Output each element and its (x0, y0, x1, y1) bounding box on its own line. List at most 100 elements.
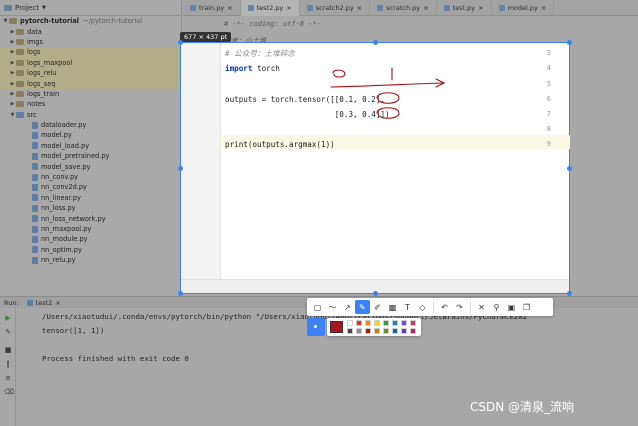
chevron-right-icon[interactable]: ▶ (9, 70, 16, 76)
chevron-right-icon[interactable]: ▶ (9, 91, 16, 97)
tree-folder-src[interactable]: ▼ src (0, 110, 181, 120)
run-finished: Process finished with exit code 0 (42, 354, 189, 363)
chevron-down-icon[interactable]: ▼ (42, 5, 46, 11)
tree-file[interactable]: nn_linear.py (0, 193, 181, 203)
tree-file[interactable]: model_pretrained.py (0, 151, 181, 161)
rerun-icon[interactable]: ▶ (4, 314, 12, 322)
redo-icon[interactable]: ↷ (452, 300, 467, 314)
close-icon[interactable]: × (541, 4, 546, 12)
color-swatch[interactable] (347, 328, 353, 334)
tab-scratch2[interactable]: scratch2.py × (300, 0, 371, 16)
tree-folder-logs[interactable]: ▶ logs (0, 47, 181, 58)
tree-folder-logs-train[interactable]: ▶ logs_train (0, 89, 181, 99)
tree-file[interactable]: nn_module.py (0, 234, 181, 244)
tab-scratch[interactable]: scratch.py × (370, 0, 437, 16)
resize-handle-l[interactable] (178, 166, 183, 171)
resize-handle-tr[interactable] (567, 40, 572, 45)
tab-test2[interactable]: test2.py × (240, 0, 300, 16)
run-tab[interactable]: test2 × (26, 299, 61, 307)
save-icon[interactable]: ▣ (504, 300, 519, 314)
close-icon[interactable]: ✕ (474, 300, 489, 314)
color-swatch[interactable] (365, 320, 371, 326)
color-swatch[interactable] (410, 320, 416, 326)
mosaic-icon[interactable]: ▩ (385, 300, 400, 314)
tree-folder-logs-relu[interactable]: ▶ logs_relu (0, 67, 181, 79)
print-icon[interactable]: ≡ (4, 374, 12, 382)
tree-file[interactable]: nn_loss_network.py (0, 213, 181, 223)
project-header[interactable]: Project ▼ (0, 0, 181, 16)
eraser-icon[interactable]: ◇ (415, 300, 430, 314)
color-swatch[interactable] (356, 328, 362, 334)
python-file-icon (32, 204, 38, 212)
color-swatch[interactable] (356, 320, 362, 326)
tree-file[interactable]: model_load.py (0, 141, 181, 151)
tree-folder-logs-seq[interactable]: ▶ logs_seq (0, 78, 181, 89)
tree-file[interactable]: dataloader.py (0, 120, 181, 130)
chevron-down-icon[interactable]: ▼ (2, 18, 9, 24)
line-icon[interactable]: 〜 (325, 300, 340, 314)
close-icon[interactable]: × (286, 4, 291, 12)
color-swatch[interactable] (410, 328, 416, 334)
capture-selection[interactable]: 3 4 5 6 7 8 9 # 公众号：土堆碎念 import torch ou… (178, 40, 572, 296)
close-icon[interactable]: × (423, 4, 428, 12)
color-swatch[interactable] (401, 328, 407, 334)
color-swatch[interactable] (392, 320, 398, 326)
chevron-right-icon[interactable]: ▶ (9, 60, 16, 66)
tree-file[interactable]: nn_conv.py (0, 172, 181, 182)
tab-train[interactable]: train.py × (183, 0, 241, 16)
chevron-right-icon[interactable]: ▶ (9, 49, 16, 55)
text-icon[interactable]: T (400, 300, 415, 314)
rect-icon[interactable]: ▢ (310, 300, 325, 314)
undo-icon[interactable]: ↶ (437, 300, 452, 314)
tree-folder-logs-maxpool[interactable]: ▶ logs_maxpool (0, 57, 181, 68)
resize-handle-t[interactable] (373, 40, 378, 45)
resize-handle-br[interactable] (567, 291, 572, 296)
tree-file[interactable]: nn_relu.py (0, 255, 181, 265)
pause-icon[interactable]: ‖ (4, 360, 12, 368)
resize-handle-tl[interactable] (178, 40, 183, 45)
pin-icon[interactable]: ⚲ (489, 300, 504, 314)
chevron-right-icon[interactable]: ▶ (9, 81, 16, 87)
resize-handle-r[interactable] (567, 166, 572, 171)
chevron-right-icon[interactable]: ▶ (9, 101, 16, 107)
trash-icon[interactable]: ⌫ (4, 388, 14, 396)
tree-file[interactable]: nn_maxpool.py (0, 224, 181, 234)
resize-handle-b[interactable] (373, 291, 378, 296)
tree-folder-notes[interactable]: ▶ notes (0, 99, 181, 109)
color-swatch[interactable] (374, 328, 380, 334)
tab-model[interactable]: model.py × (492, 0, 555, 16)
tree-root[interactable]: ▼ pytorch-tutorial ~/pytorch-tutorial (0, 16, 181, 26)
close-icon[interactable]: × (357, 4, 362, 12)
close-icon[interactable]: × (55, 299, 60, 307)
resize-handle-bl[interactable] (178, 291, 183, 296)
color-swatch[interactable] (383, 320, 389, 326)
color-swatch[interactable] (365, 328, 371, 334)
chevron-down-icon[interactable]: ▼ (9, 112, 16, 118)
tree-file[interactable]: nn_loss.py (0, 203, 181, 213)
close-icon[interactable]: × (227, 4, 232, 12)
current-color-swatch[interactable] (330, 321, 343, 333)
tree-file[interactable]: model_save.py (0, 161, 181, 171)
pen-icon[interactable]: ✎ (355, 300, 370, 314)
color-swatch[interactable] (374, 320, 380, 326)
color-swatch[interactable] (347, 320, 353, 326)
marker-icon[interactable]: ✐ (370, 300, 385, 314)
tree-file[interactable]: model.py (0, 130, 181, 140)
tree-folder-imgs[interactable]: ▶ imgs (0, 37, 181, 47)
chevron-right-icon[interactable]: ▶ (9, 29, 16, 35)
brush-size-button[interactable] (307, 318, 325, 336)
arrow-icon[interactable]: ↗ (340, 300, 355, 314)
wrench-icon[interactable]: ✎ (4, 328, 12, 336)
chevron-right-icon[interactable]: ▶ (9, 39, 16, 45)
annotation-ellipse-mark (332, 69, 346, 78)
copy-icon[interactable]: ❐ (519, 300, 534, 314)
tab-test[interactable]: test.py × (437, 0, 492, 16)
tree-file[interactable]: nn_optim.py (0, 245, 181, 255)
close-icon[interactable]: × (478, 4, 483, 12)
stop-icon[interactable]: ■ (4, 346, 12, 354)
color-swatch[interactable] (401, 320, 407, 326)
tree-folder-data[interactable]: ▶ data (0, 26, 181, 36)
tree-file[interactable]: nn_conv2d.py (0, 182, 181, 192)
color-swatch[interactable] (392, 328, 398, 334)
color-swatch[interactable] (383, 328, 389, 334)
